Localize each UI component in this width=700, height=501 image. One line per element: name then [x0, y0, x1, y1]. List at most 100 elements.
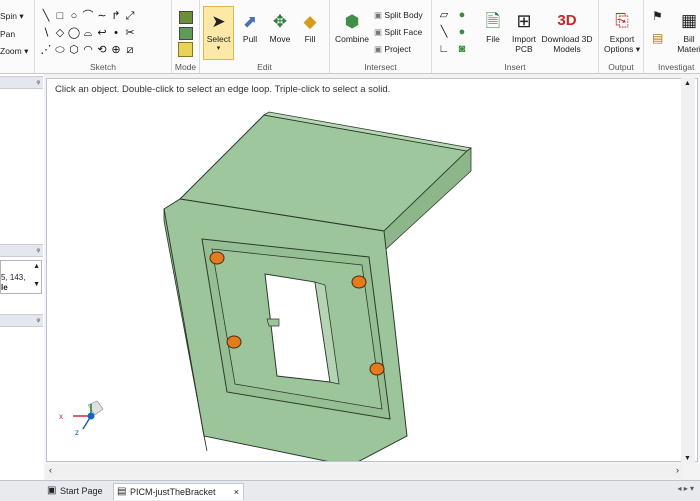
arc-icon[interactable]: ⌒	[81, 9, 95, 26]
combine-label: Combine	[334, 34, 370, 44]
zoom-button[interactable]: Zoom ▾	[0, 45, 28, 57]
project-button[interactable]: ▣ Project	[374, 43, 411, 55]
import-pcb-button[interactable]: ⊞ Import PCB	[509, 10, 539, 54]
move-icon: ✥	[272, 12, 288, 31]
vertical-scrollbar[interactable]: ▲ ▼	[681, 78, 695, 464]
mirror-icon[interactable]: ⧄	[123, 43, 137, 60]
scroll-up-icon[interactable]: ▲	[684, 80, 691, 87]
spin-button[interactable]: Spin ▾	[0, 10, 24, 22]
download-3d-icon: 3D	[557, 12, 577, 29]
ellipse-icon[interactable]: ⬭	[53, 43, 67, 60]
pull-button[interactable]: ⬈ Pull	[236, 12, 264, 44]
tab-picm-just-the-bracket[interactable]: ▤ PICM-justTheBracket ×	[113, 483, 244, 500]
sketch-mode-icon[interactable]	[179, 11, 193, 24]
left-panel: ᵩ ᵩ 5, 143, le ▲ ▼ ᵩ	[0, 74, 44, 480]
svg-text:x: x	[59, 412, 63, 421]
circle-icon[interactable]: ○	[67, 9, 81, 26]
bill-icon: ▦	[680, 11, 698, 30]
3d-mode-icon[interactable]	[178, 42, 193, 57]
structure-panel-header: ᵩ	[0, 76, 43, 89]
tab-scroll-icons[interactable]: ◂ ▸ ▾	[678, 484, 695, 493]
cylinder-icon[interactable]: ●	[453, 25, 471, 42]
fill-button[interactable]: ◆ Fill	[296, 12, 324, 44]
pin-icon[interactable]: ᵩ	[36, 244, 40, 253]
file-button[interactable]: 🗎 File	[478, 10, 508, 44]
download-3d-models-button[interactable]: 3D Download 3D Models	[538, 10, 596, 54]
sweep-arc-icon[interactable]: ◠	[81, 43, 95, 60]
split-body-button[interactable]: ▣ Split Body	[374, 9, 423, 21]
sphere-icon[interactable]: ●	[453, 8, 471, 25]
rectangle-icon[interactable]: □	[53, 9, 67, 26]
export-options-button[interactable]: ⎘ Export Options ▾	[601, 10, 643, 54]
mounting-hole-2[interactable]	[351, 275, 367, 289]
corner-icon[interactable]: ↱	[109, 9, 123, 26]
axis-triad[interactable]: x z	[59, 400, 104, 437]
scroll-right-icon[interactable]: ›	[676, 465, 679, 475]
design-viewport[interactable]: Click an object. Double-click to select …	[46, 78, 698, 462]
bend-icon[interactable]: ↩	[95, 26, 109, 43]
pin-icon[interactable]: ᵩ	[36, 76, 40, 85]
three-point-circle-icon[interactable]: ◯	[67, 26, 81, 43]
export-label-2: Options	[604, 44, 634, 54]
scroll-left-icon[interactable]: ‹	[49, 465, 52, 475]
spline-icon[interactable]: ∼	[95, 9, 109, 26]
cursor-arrow-icon: ➤	[211, 12, 226, 31]
sketch-tools: ╲ □ ○ ⌒ ∼ ↱ ⤢ ∖ ◇ ◯ ⌓ ↩ • ✂ ⋰ ⬭ ⬡ ◠ ⟲ ⊕ …	[39, 9, 137, 60]
document-tabbar: ▣ Start Page ▤ PICM-justTheBracket × ◂ ▸…	[0, 480, 700, 501]
mounting-hole-4[interactable]	[369, 362, 385, 376]
trim-icon[interactable]: ✂	[123, 26, 137, 43]
mode-group-label: Mode	[174, 62, 197, 72]
bracket-model[interactable]: x z	[47, 79, 697, 461]
select-label: Select	[206, 34, 231, 44]
tab-picm-label: PICM-justTheBracket	[130, 487, 216, 497]
project-icon[interactable]: ⊕	[109, 43, 123, 60]
move-button[interactable]: ✥ Move	[266, 12, 294, 44]
pan-button[interactable]: Pan	[0, 28, 15, 40]
measure-icon[interactable]: ⚑	[652, 10, 663, 22]
bill-label-2: Materi	[677, 44, 700, 54]
chevron-down-icon[interactable]: ▼	[33, 281, 40, 288]
split-face-button[interactable]: ▣ Split Face	[374, 26, 422, 38]
three-point-rect-icon[interactable]: ◇	[53, 26, 67, 43]
axis-icon[interactable]: ╲	[435, 25, 453, 42]
close-icon[interactable]: ×	[234, 484, 239, 500]
offset-icon[interactable]: ⟲	[95, 43, 109, 60]
svg-text:z: z	[75, 428, 79, 437]
fill-label: Fill	[304, 34, 316, 44]
combine-button[interactable]: ⬢ Combine	[332, 12, 372, 44]
file-label: File	[486, 34, 500, 44]
mounting-hole-1[interactable]	[209, 251, 225, 265]
export-label-1: Export	[609, 34, 635, 44]
tab-start-page[interactable]: ▣ Start Page	[44, 483, 122, 499]
mounting-hole-3[interactable]	[226, 335, 242, 349]
move-label: Move	[269, 34, 291, 44]
construction-icon[interactable]: ⋰	[39, 43, 53, 60]
polygon-icon[interactable]: ⬡	[67, 43, 81, 60]
horizontal-scrollbar[interactable]: ‹ ›	[46, 464, 682, 478]
select-dropdown-icon[interactable]: ▾	[203, 44, 234, 54]
project-label: Project	[384, 44, 411, 54]
view-group: Spin ▾ Pan Zoom ▾	[0, 0, 35, 73]
scroll-down-icon[interactable]: ▼	[684, 455, 691, 462]
intersect-group-label: Intersect	[364, 62, 397, 72]
section-mode-icon[interactable]	[179, 27, 193, 40]
plane-icon[interactable]: ▱	[435, 8, 453, 25]
tangent-icon[interactable]: ⤢	[123, 9, 137, 26]
selection-text: 5, 143,	[1, 273, 26, 282]
point-icon[interactable]: •	[109, 26, 123, 43]
pin-icon[interactable]: ᵩ	[36, 314, 40, 323]
chevron-up-icon[interactable]: ▲	[33, 263, 40, 270]
line-icon[interactable]: ╲	[39, 9, 53, 26]
insert-group-label: Insert	[504, 62, 526, 72]
selection-list[interactable]: 5, 143, le ▲ ▼	[0, 260, 42, 294]
shell-icon[interactable]: ◙	[453, 42, 471, 59]
tangent-line-icon[interactable]: ∖	[39, 26, 53, 43]
bill-label-1: Bill	[683, 34, 695, 44]
download-3d-label-2: Models	[553, 44, 581, 54]
bill-of-materials-button[interactable]: ▦ Bill Materi	[674, 10, 700, 54]
origin-icon[interactable]: ∟	[435, 42, 453, 59]
report-icon[interactable]: ▤	[652, 32, 663, 44]
three-point-arc-icon[interactable]: ⌓	[81, 26, 95, 43]
project-icon: ▣	[374, 44, 383, 54]
select-tool[interactable]: ➤ Select ▾	[203, 12, 234, 54]
